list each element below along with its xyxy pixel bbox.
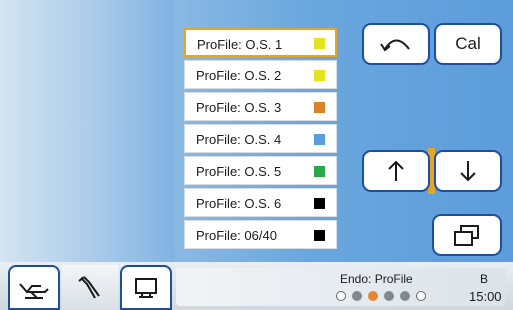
tab-instruments[interactable] [62, 265, 118, 310]
profile-color-swatch [314, 38, 325, 49]
cal-button[interactable]: Cal [434, 23, 502, 65]
profile-color-swatch [314, 230, 325, 241]
profile-label: ProFile: 06/40 [196, 228, 277, 243]
status-indicator: B [480, 272, 489, 286]
profile-item[interactable]: ProFile: O.S. 4 [184, 124, 337, 153]
profile-item[interactable]: ProFile: O.S. 2 [184, 60, 337, 89]
left-panel [0, 0, 175, 262]
cal-label: Cal [455, 34, 481, 53]
profile-label: ProFile: O.S. 2 [196, 68, 282, 83]
mode-label: Endo: ProFile [340, 272, 413, 286]
page-dot [336, 291, 346, 301]
profile-color-swatch [314, 198, 325, 209]
profile-color-swatch [314, 166, 325, 177]
profile-label: ProFile: O.S. 4 [196, 132, 282, 147]
profile-color-swatch [314, 102, 325, 113]
profile-color-swatch [314, 70, 325, 81]
page-dot [416, 291, 426, 301]
page-dot [400, 291, 410, 301]
profile-label: ProFile: O.S. 1 [197, 37, 283, 52]
window-restore-icon [454, 225, 479, 246]
profile-label: ProFile: O.S. 5 [196, 164, 282, 179]
profile-label: ProFile: O.S. 6 [196, 196, 282, 211]
tab-chair[interactable] [8, 265, 60, 310]
dental-instrument-icon [78, 275, 100, 298]
profile-color-swatch [314, 134, 325, 145]
profile-item[interactable]: ProFile: O.S. 3 [184, 92, 337, 121]
up-button[interactable] [362, 150, 430, 192]
dental-chair-icon [19, 282, 49, 299]
profile-item[interactable]: ProFile: 06/40 [184, 220, 337, 249]
undo-button[interactable] [362, 23, 430, 65]
down-button[interactable] [434, 150, 502, 192]
profile-label: ProFile: O.S. 3 [196, 100, 282, 115]
tab-monitor[interactable] [120, 265, 172, 310]
arrow-up-icon [388, 160, 404, 181]
page-dot [384, 291, 394, 301]
profile-item[interactable]: ProFile: O.S. 1 [184, 28, 337, 57]
clock-time: 15:00 [469, 289, 502, 304]
window-button[interactable] [432, 214, 502, 256]
monitor-icon [135, 277, 157, 298]
page-dot [352, 291, 362, 301]
page-dot-active [368, 291, 378, 301]
arrow-down-icon [460, 161, 476, 182]
undo-arrow-icon [380, 39, 410, 52]
profile-item[interactable]: ProFile: O.S. 6 [184, 188, 337, 217]
profile-item[interactable]: ProFile: O.S. 5 [184, 156, 337, 185]
